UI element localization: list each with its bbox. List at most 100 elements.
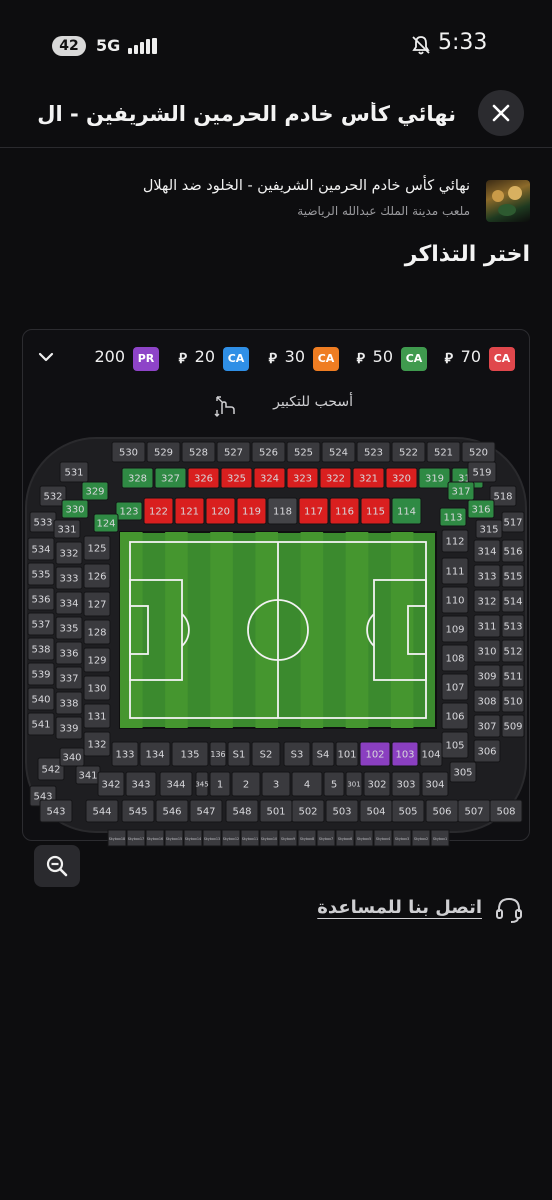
seat-section-134[interactable]: 134 <box>139 741 171 767</box>
seat-section-517[interactable]: 517 <box>501 511 525 533</box>
seat-section-109[interactable]: 109 <box>441 615 469 643</box>
seat-section-105[interactable]: 105 <box>441 731 469 759</box>
seat-section-102[interactable]: 102 <box>359 741 391 767</box>
seat-section-313[interactable]: 313 <box>473 564 501 588</box>
seat-section-529[interactable]: 529 <box>146 441 181 463</box>
stadium-seat-map[interactable]: 530 529 528 527 526 525 524 523 522 521 520328 327 3… <box>24 436 528 848</box>
skybox-Skybox10[interactable]: Skybox10 <box>259 829 279 847</box>
seat-section-339[interactable]: 339 <box>55 716 83 740</box>
seat-section-507[interactable]: 507 <box>457 799 491 823</box>
seat-section-120[interactable]: 120 <box>205 497 236 525</box>
seat-section-506[interactable]: 506 <box>425 799 459 823</box>
seat-section-503[interactable]: 503 <box>325 799 359 823</box>
seat-section-2[interactable]: 2 <box>231 771 261 797</box>
seat-section-331[interactable]: 331 <box>53 519 81 539</box>
legend-item[interactable]: CA 30 ⃁ <box>251 346 339 372</box>
seat-section-526[interactable]: 526 <box>251 441 286 463</box>
seat-section-316[interactable]: 316 <box>467 499 495 519</box>
seat-section-1[interactable]: 1 <box>209 771 231 797</box>
seat-section-537[interactable]: 537 <box>27 612 55 636</box>
seat-section-136[interactable]: 136 <box>209 741 227 767</box>
seat-section-303[interactable]: 303 <box>391 771 421 797</box>
seat-section-114[interactable]: 114 <box>391 497 422 525</box>
seat-section-344[interactable]: 344 <box>159 771 193 797</box>
seat-section-326[interactable]: 326 <box>187 467 220 489</box>
skybox-Skybox7[interactable]: Skybox7 <box>316 829 336 847</box>
skybox-Skybox17[interactable]: Skybox17 <box>126 829 146 847</box>
seat-section-522[interactable]: 522 <box>391 441 426 463</box>
seat-section-315[interactable]: 315 <box>475 519 503 539</box>
seat-section-536[interactable]: 536 <box>27 587 55 611</box>
seat-section-510[interactable]: 510 <box>501 689 525 713</box>
seat-section-513[interactable]: 513 <box>501 614 525 638</box>
seat-section-302[interactable]: 302 <box>363 771 391 797</box>
seat-section-544[interactable]: 544 <box>85 799 119 823</box>
seat-section-S3[interactable]: S3 <box>283 741 311 767</box>
seat-section-3[interactable]: 3 <box>261 771 291 797</box>
close-button[interactable] <box>478 90 524 136</box>
seat-section-304[interactable]: 304 <box>421 771 449 797</box>
seat-section-332[interactable]: 332 <box>55 541 83 565</box>
seat-section-340[interactable]: 340 <box>59 747 85 767</box>
skybox-Skybox12[interactable]: Skybox12 <box>221 829 241 847</box>
seat-section-328[interactable]: 328 <box>121 467 154 489</box>
seat-section-327[interactable]: 327 <box>154 467 187 489</box>
seat-section-547[interactable]: 547 <box>189 799 223 823</box>
seat-section-524[interactable]: 524 <box>321 441 356 463</box>
seat-section-523[interactable]: 523 <box>356 441 391 463</box>
skybox-Skybox16[interactable]: Skybox16 <box>145 829 165 847</box>
seat-section-320[interactable]: 320 <box>385 467 418 489</box>
seat-section-122[interactable]: 122 <box>143 497 174 525</box>
seat-section-S2[interactable]: S2 <box>251 741 281 767</box>
seat-section-335[interactable]: 335 <box>55 616 83 640</box>
legend-item[interactable]: CA 50 ⃁ <box>339 346 427 372</box>
seat-section-118[interactable]: 118 <box>267 497 298 525</box>
seat-section-511[interactable]: 511 <box>501 664 525 688</box>
seat-section-325[interactable]: 325 <box>220 467 253 489</box>
seat-section-103[interactable]: 103 <box>391 741 419 767</box>
seat-section-111[interactable]: 111 <box>441 557 469 585</box>
seat-section-343[interactable]: 343 <box>125 771 157 797</box>
seat-section-5[interactable]: 5 <box>323 771 345 797</box>
chevron-down-icon[interactable] <box>37 350 55 364</box>
seat-section-116[interactable]: 116 <box>329 497 360 525</box>
seat-section-541[interactable]: 541 <box>27 712 55 736</box>
seat-section-127[interactable]: 127 <box>83 591 111 617</box>
seat-section-520[interactable]: 520 <box>461 441 496 463</box>
seat-section-106[interactable]: 106 <box>441 702 469 730</box>
seat-section-110[interactable]: 110 <box>441 586 469 614</box>
seat-section-533[interactable]: 533 <box>29 511 57 533</box>
seat-section-501[interactable]: 501 <box>259 799 293 823</box>
seat-section-305[interactable]: 305 <box>449 761 477 783</box>
skybox-Skybox3[interactable]: Skybox3 <box>392 829 412 847</box>
seat-section-345[interactable]: 345 <box>195 771 209 797</box>
seat-section-330[interactable]: 330 <box>61 499 89 519</box>
skybox-Skybox2[interactable]: Skybox2 <box>411 829 431 847</box>
seat-section-S1[interactable]: S1 <box>227 741 251 767</box>
seat-section-508[interactable]: 508 <box>489 799 523 823</box>
seat-section-312[interactable]: 312 <box>473 589 501 613</box>
seat-section-133[interactable]: 133 <box>111 741 139 767</box>
seat-section-504[interactable]: 504 <box>359 799 393 823</box>
seat-section-342[interactable]: 342 <box>97 771 125 797</box>
seat-section-530[interactable]: 530 <box>111 441 146 463</box>
seat-section-322[interactable]: 322 <box>319 467 352 489</box>
seat-section-309[interactable]: 309 <box>473 664 501 688</box>
legend-item[interactable]: CA 70 ⃁ <box>427 346 515 372</box>
seat-section-515[interactable]: 515 <box>501 564 525 588</box>
seat-section-101[interactable]: 101 <box>335 741 359 767</box>
seat-section-104[interactable]: 104 <box>419 741 443 767</box>
seat-section-324[interactable]: 324 <box>253 467 286 489</box>
seat-section-123[interactable]: 123 <box>115 501 143 521</box>
seat-section-534[interactable]: 534 <box>27 537 55 561</box>
seat-section-124[interactable]: 124 <box>93 513 119 533</box>
seat-section-308[interactable]: 308 <box>473 689 501 713</box>
seat-section-512[interactable]: 512 <box>501 639 525 663</box>
seat-section-546[interactable]: 546 <box>155 799 189 823</box>
skybox-Skybox15[interactable]: Skybox15 <box>164 829 184 847</box>
seat-section-545[interactable]: 545 <box>121 799 155 823</box>
seat-section-113[interactable]: 113 <box>439 507 467 527</box>
help-contact-link[interactable]: اتصل بنا للمساعدة <box>294 893 524 929</box>
seat-section-525[interactable]: 525 <box>286 441 321 463</box>
seat-section-329[interactable]: 329 <box>81 481 109 501</box>
